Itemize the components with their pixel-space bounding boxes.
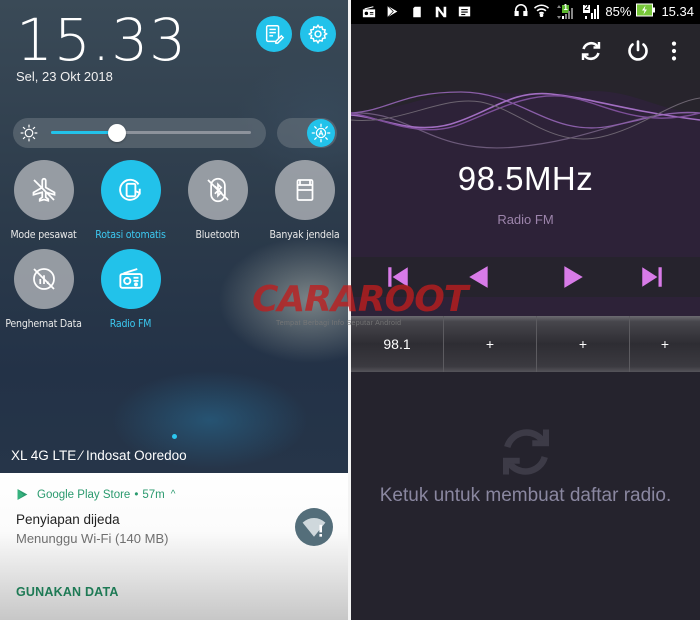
sim1-label: 1: [563, 2, 568, 12]
page-indicator: [172, 434, 177, 439]
signal-sim1-icon: 1: [555, 2, 577, 20]
notification-time: 57m: [142, 488, 165, 501]
status-bar: 1 2 85% 15.34: [351, 0, 700, 24]
brightness-track: [51, 124, 251, 142]
play-store-icon: [385, 4, 400, 19]
auto-brightness-toggle[interactable]: [277, 118, 337, 148]
play-store-icon: [17, 489, 28, 500]
preset-slot[interactable]: +: [630, 316, 700, 372]
tile-multi-window[interactable]: Banyak jendela: [261, 160, 348, 241]
chevron-up-icon[interactable]: ^: [171, 489, 176, 500]
message-icon: [457, 4, 472, 19]
tile-bluetooth[interactable]: Bluetooth: [174, 160, 261, 241]
seek-forward-icon: [564, 266, 583, 288]
empty-list-message: Ketuk untuk membuat daftar radio.: [379, 485, 672, 506]
settings-button[interactable]: [300, 16, 336, 52]
clock: 15.33: [16, 6, 188, 74]
seek-back-button[interactable]: [464, 262, 494, 292]
tile-label: Bluetooth: [195, 229, 240, 241]
airplane-off-icon: [32, 177, 55, 202]
signal-sim2-icon: 2: [582, 2, 600, 20]
auto-brightness-icon: [311, 123, 331, 143]
brightness-thumb[interactable]: [108, 124, 126, 142]
carrier-label: XL 4G LTE ⁄ Indosat Ooredoo: [11, 448, 187, 463]
preset-slot[interactable]: 98.1: [351, 316, 444, 372]
app-bar: [351, 24, 700, 80]
preset-bar: 98.1 + + +: [351, 316, 700, 372]
power-button[interactable]: [624, 37, 652, 65]
edit-tiles-button[interactable]: [256, 16, 292, 52]
gear-icon: [307, 23, 328, 45]
tile-auto-rotate[interactable]: Rotasi otomatis: [87, 160, 174, 241]
refresh-icon: [581, 41, 601, 61]
notification-app-name: Google Play Store: [37, 488, 131, 501]
tile-radio-fm[interactable]: Radio FM: [87, 249, 174, 330]
refresh-button[interactable]: [577, 37, 605, 65]
sd-card-icon: [409, 4, 424, 19]
quick-settings-panel: 15.33 Sel, 23 Okt 2018 Mode pesawat Rota…: [0, 0, 348, 620]
station-list-empty[interactable]: Ketuk untuk membuat daftar radio.: [351, 372, 700, 620]
headphones-icon: [514, 3, 528, 20]
seek-forward-button[interactable]: [558, 262, 588, 292]
skip-next-button[interactable]: [637, 262, 667, 292]
date-label: Sel, 23 Okt 2018: [16, 69, 113, 84]
tile-label: Rotasi otomatis: [95, 229, 166, 241]
brightness-icon: [20, 124, 38, 142]
playback-controls: [351, 257, 700, 297]
notification-header: Google Play Store • 57m ^: [16, 488, 175, 501]
preset-slot[interactable]: +: [444, 316, 537, 372]
tile-airplane-mode[interactable]: Mode pesawat: [0, 160, 87, 241]
data-saver-off-icon: [32, 268, 55, 290]
tile-label: Radio FM: [109, 318, 152, 330]
use-data-button[interactable]: GUNAKAN DATA: [16, 585, 119, 599]
tile-label: Penghemat Data: [5, 318, 82, 330]
refresh-icon: [503, 429, 549, 475]
wifi-alert-icon: [295, 508, 333, 546]
station-label: Radio FM: [497, 212, 554, 227]
notification-title: Penyiapan dijeda: [16, 512, 120, 527]
preset-slot[interactable]: +: [537, 316, 630, 372]
frequency-value: 98.5MHz: [457, 160, 594, 197]
notification-separator: •: [134, 488, 139, 501]
radio-icon: [361, 4, 376, 19]
skip-next-icon: [642, 267, 662, 287]
sim2-label: 2: [584, 2, 589, 12]
edit-list-icon: [265, 25, 285, 44]
seek-back-icon: [469, 266, 488, 288]
tile-label: Banyak jendela: [269, 229, 340, 241]
skip-previous-icon: [388, 267, 408, 287]
status-time: 15.34: [661, 4, 694, 19]
tile-label: Mode pesawat: [10, 229, 77, 241]
wifi-icon: [533, 3, 550, 20]
multi-window-icon: [296, 179, 313, 201]
battery-charging-icon: [636, 3, 656, 20]
fm-radio-app: 1 2 85% 15.34 98.5MHz Radio FM 98.1 + + …: [351, 0, 700, 620]
bluetooth-off-icon: [206, 177, 229, 203]
auto-brightness-button[interactable]: [307, 119, 335, 147]
more-options-button[interactable]: [664, 37, 684, 65]
power-icon: [628, 40, 648, 61]
brightness-slider[interactable]: [13, 118, 266, 148]
battery-percent: 85%: [605, 4, 632, 19]
tile-data-saver[interactable]: Penghemat Data: [0, 249, 87, 330]
skip-previous-button[interactable]: [383, 262, 413, 292]
notification-subtitle: Menunggu Wi-Fi (140 MB): [16, 531, 169, 546]
auto-rotate-icon: [118, 178, 141, 201]
radio-icon: [118, 268, 143, 289]
play-store-notification[interactable]: Google Play Store • 57m ^ Penyiapan dije…: [0, 473, 348, 620]
n-icon: [433, 4, 448, 19]
more-vert-icon: [671, 41, 677, 61]
